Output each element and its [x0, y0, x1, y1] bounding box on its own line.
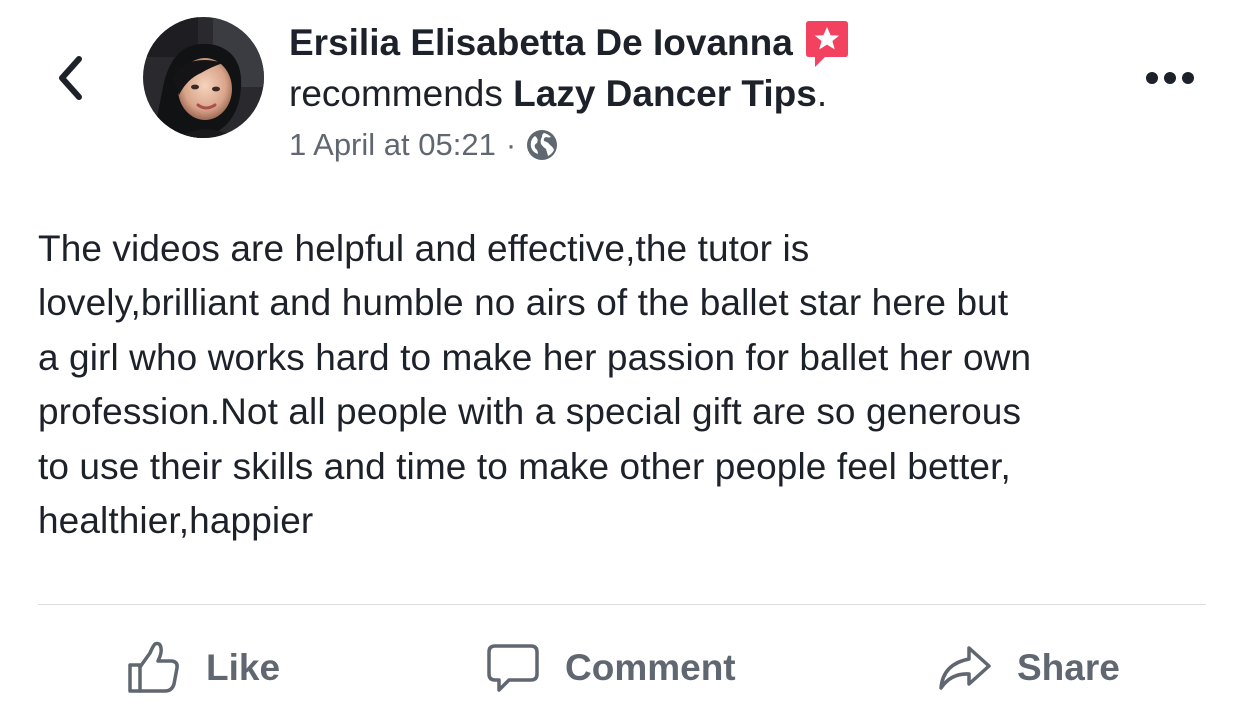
author-line: Ersilia Elisabetta De Iovanna [289, 18, 1109, 68]
chevron-left-icon [59, 56, 82, 100]
page-name-suffix: . [816, 73, 828, 114]
thumbs-up-icon [128, 641, 179, 693]
avatar-photo [143, 17, 264, 138]
share-button[interactable]: Share [937, 632, 1120, 704]
post-timestamp[interactable]: 1 April at 05:21 [289, 124, 496, 166]
meta-separator: · [505, 127, 517, 162]
like-button[interactable]: Like [124, 632, 280, 704]
comment-icon [487, 644, 539, 692]
share-arrow-icon [939, 646, 991, 690]
like-label: Like [206, 647, 281, 688]
recommendation-line: recommends Lazy Dancer Tips. [289, 68, 1109, 120]
page-name-link[interactable]: Lazy Dancer Tips [513, 73, 817, 114]
post-actions-bar: Like Comment Share [0, 632, 1242, 704]
actions-divider [38, 604, 1206, 605]
more-options-button[interactable] [1140, 62, 1200, 94]
share-label: Share [1017, 647, 1120, 688]
author-name[interactable]: Ersilia Elisabetta De Iovanna [289, 18, 793, 68]
recommendation-verb: recommends [289, 73, 503, 114]
post-header: Ersilia Elisabetta De Iovanna recommends… [289, 18, 1109, 166]
post-body-text: The videos are helpful and effective,the… [38, 228, 1032, 542]
recommendation-star-icon [803, 20, 851, 70]
more-horizontal-icon [1146, 72, 1194, 84]
back-button[interactable] [48, 50, 92, 106]
post-meta: 1 April at 05:21 · [289, 124, 1109, 166]
globe-icon [527, 130, 558, 160]
comment-button[interactable]: Comment [485, 632, 736, 704]
author-avatar[interactable] [143, 17, 264, 138]
comment-label: Comment [565, 647, 736, 688]
